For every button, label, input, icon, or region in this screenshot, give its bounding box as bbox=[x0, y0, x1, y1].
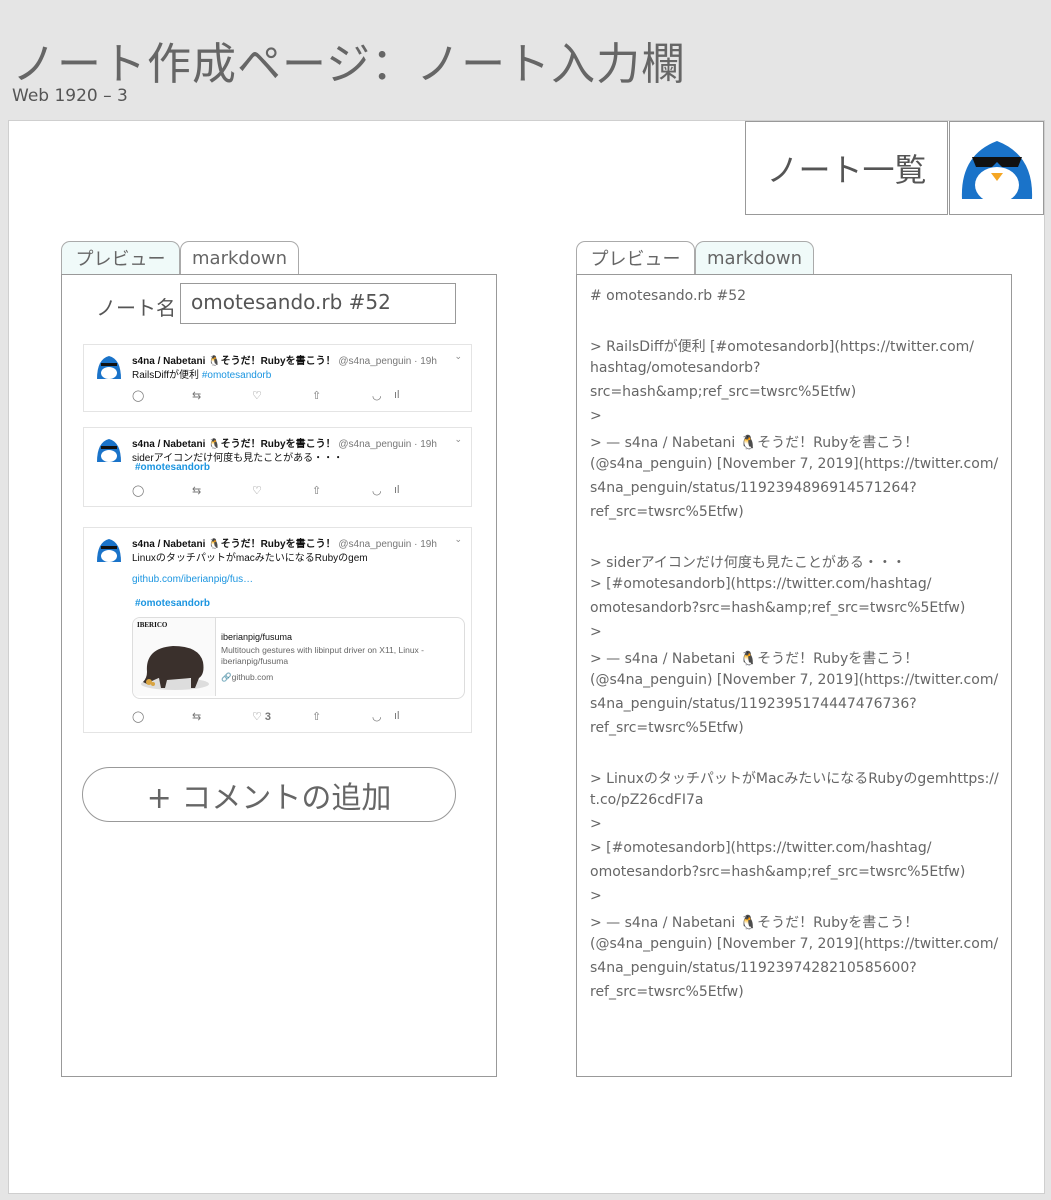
analytics-icon[interactable]: ıl bbox=[394, 710, 400, 722]
page-frame: ノート一覧 プレビュー markdown ノート名 omotesando.rb … bbox=[8, 120, 1045, 1194]
tab-markdown-left[interactable]: markdown bbox=[180, 241, 299, 274]
card-image: IBERICO bbox=[133, 618, 216, 696]
markdown-line: > — s4na / Nabetani 🐧そうだ！Rubyを書こう！ bbox=[590, 651, 919, 667]
tab-label: markdown bbox=[192, 247, 287, 269]
markdown-line: s4na_penguin/status/1192397428210585600? bbox=[590, 960, 917, 976]
tweet-body: RailsDiffが便利 bbox=[132, 370, 202, 381]
analytics-icon[interactable]: ıl bbox=[394, 484, 400, 496]
save-icon[interactable]: ◡ bbox=[372, 710, 382, 723]
card-description: Multitouch gestures with libinput driver… bbox=[221, 645, 424, 666]
tweet-hashtag[interactable]: #omotesandorb bbox=[135, 598, 210, 609]
markdown-line: t.co/pZ26cdFI7a bbox=[590, 792, 704, 808]
markdown-line: > bbox=[590, 408, 602, 424]
markdown-line: > [#omotesandorb](https://twitter.com/ha… bbox=[590, 576, 932, 592]
share-icon[interactable]: ⇧ bbox=[312, 389, 321, 402]
tweet-embed[interactable]: s4na / Nabetani 🐧そうだ！Rubyを書こう！ @s4na_pen… bbox=[83, 344, 472, 412]
markdown-line: > LinuxのタッチパットがMacみたいになるRubyのgemhttps:// bbox=[590, 771, 999, 787]
page-title: ノート作成ページ：ノート入力欄 bbox=[12, 39, 687, 90]
like-icon[interactable]: ♡ bbox=[252, 484, 262, 497]
save-icon[interactable]: ◡ bbox=[372, 484, 382, 497]
link-card[interactable]: IBERICO iberianpig/fusuma Multitouch ges… bbox=[132, 617, 465, 699]
note-name-label: ノート名 bbox=[96, 296, 176, 320]
markdown-line: ref_src=twsrc%5Etfw) bbox=[590, 504, 744, 520]
penguin-avatar-icon bbox=[97, 356, 121, 379]
markdown-line: ref_src=twsrc%5Etfw) bbox=[590, 720, 744, 736]
markdown-line: src=hash&amp;ref_src=twsrc%5Etfw) bbox=[590, 384, 857, 400]
card-domain: 🔗github.com bbox=[221, 672, 273, 683]
markdown-line: > siderアイコンだけ何度も見たことがある・・・ bbox=[590, 555, 906, 571]
note-name-input[interactable]: omotesando.rb #52 bbox=[180, 283, 456, 324]
chevron-down-icon[interactable]: ⌄ bbox=[454, 351, 462, 362]
tweet-embed[interactable]: s4na / Nabetani 🐧そうだ！Rubyを書こう！ @s4na_pen… bbox=[83, 527, 472, 733]
tweet-link[interactable]: github.com/iberianpig/fus… bbox=[132, 574, 253, 585]
frame-label: Web 1920 – 3 bbox=[12, 86, 128, 106]
tweet-embed[interactable]: s4na / Nabetani 🐧そうだ！Rubyを書こう！ @s4na_pen… bbox=[83, 427, 472, 507]
markdown-line: (@s4na_penguin) [November 7, 2019](https… bbox=[590, 672, 999, 688]
note-list-label: ノート一覧 bbox=[766, 151, 927, 189]
markdown-line: > [#omotesandorb](https://twitter.com/ha… bbox=[590, 840, 932, 856]
like-icon[interactable]: ♡ bbox=[252, 389, 262, 402]
note-list-button[interactable]: ノート一覧 bbox=[745, 121, 948, 215]
markdown-line: s4na_penguin/status/1192394896914571264? bbox=[590, 480, 917, 496]
markdown-line: ref_src=twsrc%5Etfw) bbox=[590, 984, 744, 1000]
chevron-down-icon[interactable]: ⌄ bbox=[454, 534, 462, 545]
pig-illustration bbox=[141, 646, 209, 690]
tab-preview-left[interactable]: プレビュー bbox=[61, 241, 180, 274]
tweet-text: LinuxのタッチパットがmacみたいになるRubyのgem bbox=[132, 553, 368, 564]
markdown-line: > RailsDiffが便利 [#omotesandorb](https://t… bbox=[590, 339, 974, 355]
markdown-line: > bbox=[590, 624, 602, 640]
card-title: iberianpig/fusuma bbox=[221, 632, 293, 642]
save-icon[interactable]: ◡ bbox=[372, 389, 382, 402]
tweet-author: s4na / Nabetani 🐧そうだ！Rubyを書こう！ @s4na_pen… bbox=[132, 435, 437, 450]
reply-icon[interactable]: ◯ bbox=[132, 389, 144, 402]
markdown-line: > bbox=[590, 816, 602, 832]
markdown-line: (@s4na_penguin) [November 7, 2019](https… bbox=[590, 456, 999, 472]
markdown-line: > — s4na / Nabetani 🐧そうだ！Rubyを書こう！ bbox=[590, 435, 919, 451]
retweet-icon[interactable]: ⇆ bbox=[192, 710, 201, 723]
tweet-hashtag[interactable]: #omotesandorb bbox=[135, 462, 210, 473]
tab-label: markdown bbox=[707, 247, 802, 269]
chevron-down-icon[interactable]: ⌄ bbox=[454, 434, 462, 445]
markdown-line: > — s4na / Nabetani 🐧そうだ！Rubyを書こう！ bbox=[590, 915, 919, 931]
markdown-line: # omotesando.rb #52 bbox=[590, 288, 747, 304]
tweet-handle: @s4na_penguin · 19h bbox=[338, 439, 437, 450]
tweet-author: s4na / Nabetani 🐧そうだ！Rubyを書こう！ @s4na_pen… bbox=[132, 535, 437, 550]
markdown-line: omotesandorb?src=hash&amp;ref_src=twsrc%… bbox=[590, 864, 966, 880]
reply-icon[interactable]: ◯ bbox=[132, 710, 144, 723]
share-icon[interactable]: ⇧ bbox=[312, 710, 321, 723]
retweet-icon[interactable]: ⇆ bbox=[192, 389, 201, 402]
reply-icon[interactable]: ◯ bbox=[132, 484, 144, 497]
tab-label: プレビュー bbox=[75, 249, 166, 270]
like-count: 3 bbox=[264, 711, 272, 723]
markdown-line: > bbox=[590, 888, 602, 904]
penguin-avatar-icon bbox=[961, 141, 1032, 201]
penguin-avatar-icon bbox=[97, 439, 121, 462]
tweet-text: RailsDiffが便利 #omotesandorb bbox=[132, 366, 271, 381]
analytics-icon[interactable]: ıl bbox=[394, 389, 400, 401]
card-domain-text: github.com bbox=[231, 672, 274, 682]
user-avatar[interactable] bbox=[949, 121, 1044, 215]
tweet-hashtag[interactable]: #omotesandorb bbox=[202, 370, 272, 381]
tab-preview-right[interactable]: プレビュー bbox=[576, 241, 695, 274]
tab-label: プレビュー bbox=[590, 249, 681, 270]
tweet-author: s4na / Nabetani 🐧そうだ！Rubyを書こう！ @s4na_pen… bbox=[132, 352, 437, 367]
markdown-line: (@s4na_penguin) [November 7, 2019](https… bbox=[590, 936, 999, 952]
retweet-icon[interactable]: ⇆ bbox=[192, 484, 201, 497]
tab-markdown-right[interactable]: markdown bbox=[695, 241, 814, 274]
tweet-handle: @s4na_penguin · 19h bbox=[338, 356, 437, 367]
penguin-avatar-icon bbox=[97, 539, 121, 562]
markdown-line: hashtag/omotesandorb? bbox=[590, 360, 761, 376]
markdown-line: s4na_penguin/status/1192395174447476736? bbox=[590, 696, 917, 712]
share-icon[interactable]: ⇧ bbox=[312, 484, 321, 497]
link-icon: 🔗 bbox=[221, 672, 232, 682]
add-comment-button[interactable]: + コメントの追加 bbox=[82, 767, 456, 822]
markdown-line: omotesandorb?src=hash&amp;ref_src=twsrc%… bbox=[590, 600, 966, 616]
like-icon[interactable]: ♡ 3 bbox=[252, 710, 271, 723]
